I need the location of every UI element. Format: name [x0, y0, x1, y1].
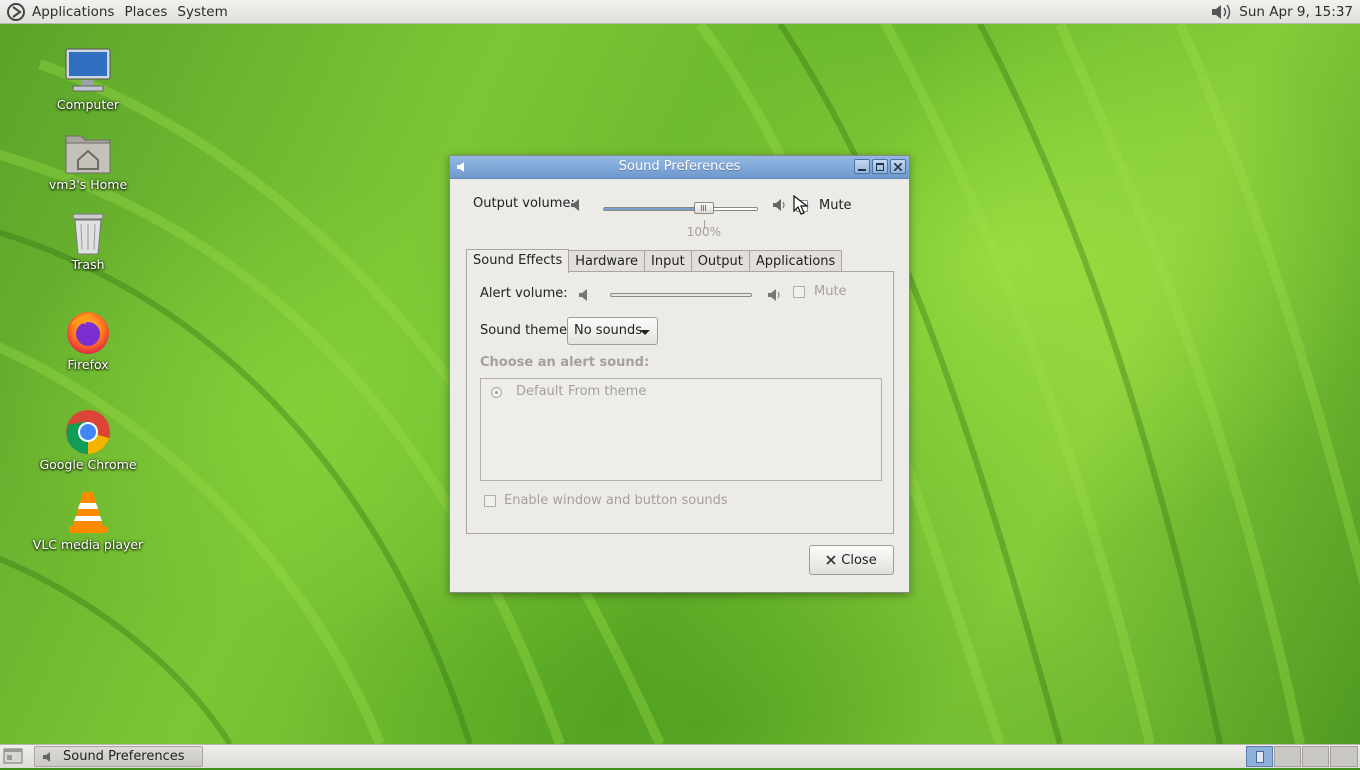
- close-button[interactable]: Close: [809, 545, 894, 575]
- show-desktop-icon[interactable]: [3, 748, 23, 768]
- desktop-icon-home[interactable]: vm3's Home: [28, 126, 148, 192]
- alert-speaker-low-icon: [578, 288, 592, 306]
- taskbar-label: Sound Preferences: [63, 749, 185, 764]
- close-button-label: Close: [841, 552, 877, 568]
- computer-icon: [28, 46, 148, 96]
- list-item[interactable]: Default From theme: [481, 379, 881, 405]
- alert-mute-label[interactable]: Mute: [814, 284, 847, 299]
- desktop-icon-label: Google Chrome: [39, 457, 137, 472]
- desktop-icon-label: Trash: [71, 257, 105, 272]
- taskbar-sound-preferences[interactable]: Sound Preferences: [34, 746, 203, 767]
- desktop-icon-chrome[interactable]: Google Chrome: [28, 406, 148, 472]
- dialog-title: Sound Preferences: [618, 159, 741, 174]
- dialog-titlebar[interactable]: Sound Preferences: [450, 156, 909, 179]
- vlc-icon: [28, 486, 148, 536]
- close-window-button[interactable]: [890, 159, 906, 174]
- desktop-icon-computer[interactable]: Computer: [28, 46, 148, 112]
- speaker-app-icon[interactable]: [456, 160, 470, 174]
- sound-theme-value: No sounds: [574, 323, 643, 338]
- taskbar-speaker-icon: [42, 750, 56, 770]
- desktop-icon-label: vm3's Home: [48, 177, 128, 192]
- volume-tray-icon[interactable]: [1209, 2, 1233, 22]
- output-volume-label: Output volume:: [473, 196, 575, 211]
- clock[interactable]: Sun Apr 9, 15:37: [1239, 4, 1353, 20]
- tab-input[interactable]: Input: [644, 250, 692, 272]
- home-folder-icon: [28, 126, 148, 176]
- speaker-low-icon: [570, 198, 584, 216]
- workspace-2[interactable]: [1274, 746, 1301, 767]
- speaker-high-icon: [772, 198, 788, 216]
- bottom-panel: Sound Preferences: [0, 744, 1360, 768]
- menu-system[interactable]: System: [172, 4, 232, 20]
- close-icon: [894, 162, 902, 171]
- maximize-button[interactable]: [872, 159, 888, 174]
- workspace-1[interactable]: [1246, 746, 1273, 767]
- output-volume-slider[interactable]: [603, 207, 758, 211]
- close-x-icon: [826, 555, 836, 565]
- alert-speaker-high-icon: [767, 288, 783, 306]
- mouse-cursor-icon: [793, 194, 809, 221]
- output-volume-handle[interactable]: [693, 202, 714, 214]
- alert-type: From theme: [568, 384, 647, 399]
- desktop-icon-label: Firefox: [67, 357, 109, 372]
- minimize-button[interactable]: [854, 159, 870, 174]
- desktop-icon-firefox[interactable]: Firefox: [28, 306, 148, 372]
- window-controls: [854, 159, 906, 174]
- firefox-icon: [28, 306, 148, 356]
- menu-applications[interactable]: Applications: [27, 4, 119, 20]
- sound-theme-dropdown[interactable]: No sounds: [567, 317, 658, 345]
- desktop-icon-label: VLC media player: [32, 537, 144, 552]
- sound-theme-label: Sound theme:: [480, 323, 572, 338]
- chrome-icon: [28, 406, 148, 456]
- tab-sound-effects[interactable]: Sound Effects: [466, 249, 570, 273]
- workspace-4[interactable]: [1330, 746, 1358, 767]
- alert-mute-checkbox[interactable]: [793, 286, 805, 298]
- workspace-window-thumb: [1256, 751, 1264, 763]
- tab-output[interactable]: Output: [690, 250, 750, 272]
- desktop-icon-label: Computer: [56, 97, 120, 112]
- chevron-down-icon: [640, 330, 650, 335]
- maximize-icon: [876, 162, 884, 171]
- menu-places[interactable]: Places: [119, 4, 172, 20]
- tab-hardware[interactable]: Hardware: [568, 250, 646, 272]
- output-volume-fill: [604, 208, 705, 210]
- alert-radio-default[interactable]: [491, 387, 502, 398]
- output-volume-percent: 100%: [686, 225, 722, 239]
- output-mute-label[interactable]: Mute: [819, 198, 852, 213]
- tab-applications[interactable]: Applications: [748, 250, 843, 272]
- alert-volume-slider[interactable]: [610, 293, 752, 297]
- tab-bar: Sound Effects Hardware Input Output Appl…: [466, 249, 843, 273]
- distro-logo-icon[interactable]: [5, 1, 27, 23]
- choose-alert-label: Choose an alert sound:: [480, 355, 650, 370]
- minimize-icon: [858, 168, 866, 171]
- alert-name: Default: [516, 384, 564, 399]
- desktop-icon-trash[interactable]: Trash: [28, 206, 148, 272]
- enable-sounds-checkbox[interactable]: [484, 495, 496, 507]
- enable-sounds-label[interactable]: Enable window and button sounds: [504, 493, 728, 508]
- alert-sound-list: Default From theme: [480, 378, 882, 481]
- top-panel: Applications Places System Sun Apr 9, 15…: [0, 0, 1360, 24]
- trash-icon: [28, 206, 148, 256]
- sound-effects-panel: Alert volume: Mute Sound theme: No sound…: [466, 271, 894, 534]
- alert-volume-label: Alert volume:: [480, 286, 568, 301]
- sound-preferences-dialog: Sound Preferences Output volume: 100% Mu…: [449, 155, 910, 593]
- desktop-icon-vlc[interactable]: VLC media player: [28, 486, 148, 552]
- workspace-3[interactable]: [1302, 746, 1329, 767]
